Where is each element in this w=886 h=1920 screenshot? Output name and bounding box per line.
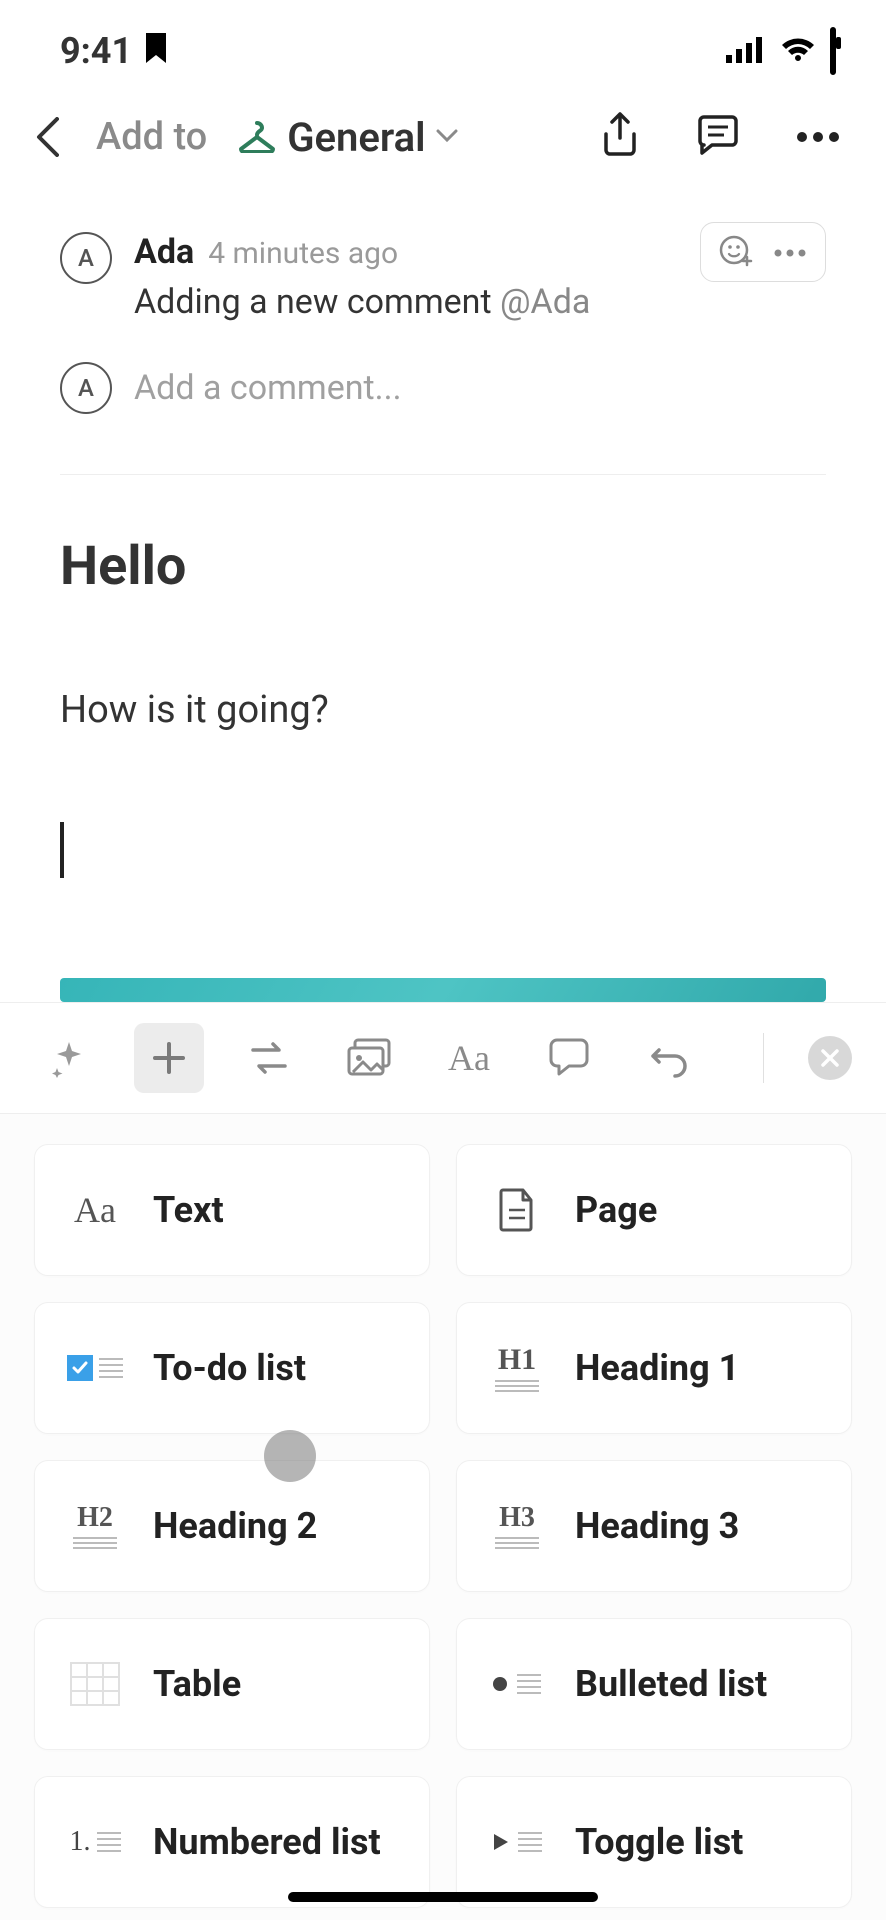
undo-button[interactable] — [634, 1023, 704, 1093]
text-format-button[interactable]: Aa — [434, 1023, 504, 1093]
bulleted-list-icon — [487, 1659, 547, 1709]
bookmark-icon — [144, 30, 168, 72]
share-button[interactable] — [600, 112, 640, 162]
block-label: To-do list — [153, 1347, 306, 1389]
comment-timestamp: 4 minutes ago — [208, 236, 398, 271]
wifi-icon — [780, 30, 816, 72]
block-heading-2[interactable]: H2 Heading 2 — [34, 1460, 430, 1592]
avatar: A — [60, 362, 112, 414]
block-numbered-list[interactable]: 1. Numbered list — [34, 1776, 430, 1908]
todo-icon — [65, 1343, 125, 1393]
avatar: A — [60, 232, 112, 284]
text-icon: Aa — [65, 1185, 125, 1235]
block-heading-3[interactable]: H3 Heading 3 — [456, 1460, 852, 1592]
comment-button[interactable] — [534, 1023, 604, 1093]
table-icon — [65, 1659, 125, 1709]
h2-icon: H2 — [65, 1501, 125, 1551]
toggle-list-icon — [487, 1817, 547, 1867]
separator — [763, 1033, 764, 1083]
block-bulleted-list[interactable]: Bulleted list — [456, 1618, 852, 1750]
cell-signal-icon — [726, 30, 766, 72]
commenter-name: Ada — [134, 232, 194, 272]
paragraph[interactable]: How is it going? — [60, 688, 826, 732]
comment-more-button[interactable] — [773, 243, 807, 262]
hanger-icon — [237, 117, 277, 157]
more-options-button[interactable] — [796, 128, 840, 147]
text-cursor — [60, 822, 64, 878]
add-block-button[interactable] — [134, 1023, 204, 1093]
block-picker: Aa Text Page To-do list — [0, 1114, 886, 1920]
document-body[interactable]: Hello How is it going? — [0, 475, 886, 878]
add-comment-row[interactable]: A Add a comment... — [60, 362, 826, 414]
block-page[interactable]: Page — [456, 1144, 852, 1276]
close-toolbar-button[interactable] — [808, 1036, 852, 1080]
page-icon — [487, 1185, 547, 1235]
comment-input-placeholder[interactable]: Add a comment... — [134, 368, 402, 408]
page-title[interactable]: Hello — [60, 535, 826, 598]
status-bar: 9:41 — [0, 0, 886, 92]
block-heading-1[interactable]: H1 Heading 1 — [456, 1302, 852, 1434]
battery-icon — [830, 30, 836, 72]
block-label: Text — [153, 1189, 224, 1231]
back-button[interactable] — [30, 112, 64, 162]
block-label: Table — [153, 1663, 241, 1705]
page-header: Add to General — [0, 92, 886, 192]
block-todo[interactable]: To-do list — [34, 1302, 430, 1434]
comment-text: Adding a new comment @Ada — [134, 282, 826, 322]
block-label: Toggle list — [575, 1821, 743, 1863]
turn-into-button[interactable] — [234, 1023, 304, 1093]
image-button[interactable] — [334, 1023, 404, 1093]
comment-actions — [700, 222, 826, 282]
ai-sparkle-button[interactable] — [34, 1023, 104, 1093]
block-text[interactable]: Aa Text — [34, 1144, 430, 1276]
numbered-list-icon: 1. — [65, 1817, 125, 1867]
add-to-label[interactable]: Add to — [96, 115, 207, 159]
block-label: Heading 3 — [575, 1505, 739, 1547]
chevron-down-icon — [436, 128, 458, 147]
block-label: Numbered list — [153, 1821, 381, 1863]
block-label: Page — [575, 1189, 657, 1231]
add-reaction-button[interactable] — [719, 233, 753, 271]
h3-icon: H3 — [487, 1501, 547, 1551]
mention[interactable]: @Ada — [500, 282, 590, 322]
home-indicator — [288, 1892, 598, 1902]
block-label: Bulleted list — [575, 1663, 767, 1705]
comments-button[interactable] — [696, 115, 740, 159]
touch-indicator — [264, 1430, 316, 1482]
breadcrumb[interactable]: General — [237, 114, 457, 161]
status-time: 9:41 — [60, 30, 132, 72]
editor-toolbar: Aa — [0, 1002, 886, 1114]
comment-section: A Ada 4 minutes ago Adding a new comment… — [0, 192, 886, 414]
h1-icon: H1 — [487, 1343, 547, 1393]
block-label: Heading 1 — [575, 1347, 739, 1389]
block-table[interactable]: Table — [34, 1618, 430, 1750]
block-label: Heading 2 — [153, 1505, 317, 1547]
comment-item: A Ada 4 minutes ago Adding a new comment… — [60, 232, 826, 322]
breadcrumb-label: General — [287, 114, 425, 161]
image-block[interactable] — [60, 978, 826, 1002]
block-toggle-list[interactable]: Toggle list — [456, 1776, 852, 1908]
